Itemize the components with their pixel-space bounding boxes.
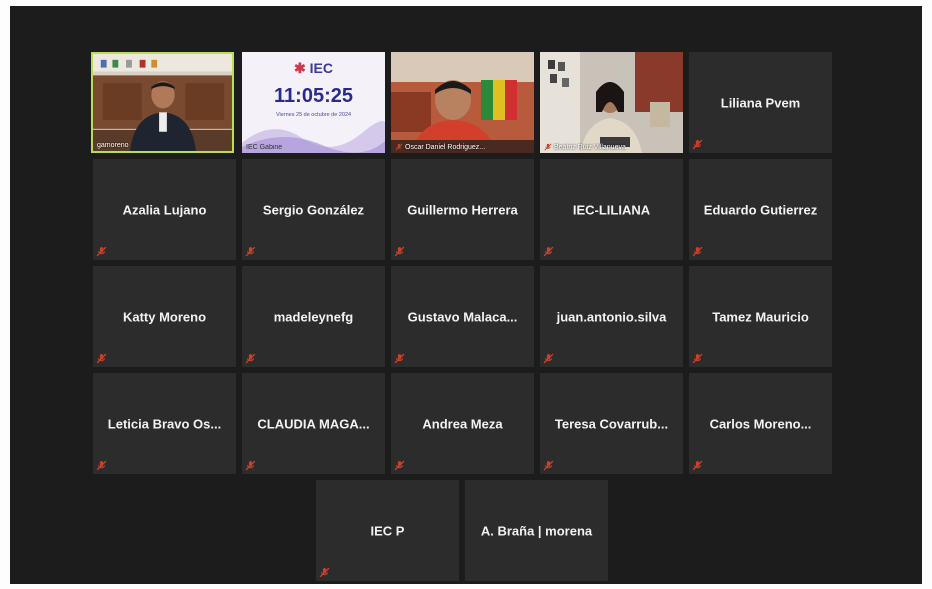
iec-logo-icon: ✱: [294, 60, 306, 76]
participant-name: Teresa Covarrub...: [554, 416, 669, 431]
participant-name: madeleynefg: [273, 309, 354, 324]
participant-tile[interactable]: Andrea Meza: [391, 373, 534, 474]
participant-tile[interactable]: Gustavo Malaca...: [391, 266, 534, 367]
clock-time: 11:05:25: [274, 85, 353, 107]
participant-video-tile[interactable]: Oscar Daniel Rodriguez...: [391, 52, 534, 153]
mic-muted-icon: [543, 353, 554, 364]
participant-tile[interactable]: Tamez Mauricio: [689, 266, 832, 367]
participant-name: juan.antonio.silva: [556, 309, 667, 324]
participant-name: Gustavo Malaca...: [407, 309, 518, 324]
participant-tile[interactable]: madeleynefg: [242, 266, 385, 367]
participant-tile[interactable]: Teresa Covarrub...: [540, 373, 683, 474]
participant-tile[interactable]: Leticia Bravo Os...: [93, 373, 236, 474]
participant-name: IEC P: [370, 523, 405, 538]
participant-tile[interactable]: juan.antonio.silva: [540, 266, 683, 367]
meeting-gallery: gamoreno ✱ IEC 11:05:25 Viernes 25 de oc…: [10, 6, 922, 584]
participant-name: Tamez Mauricio: [712, 309, 809, 324]
mic-muted-icon: [692, 139, 703, 150]
participant-name: Liliana Pvem: [720, 95, 801, 110]
mic-muted-icon: [692, 353, 703, 364]
participant-name: Eduardo Gutierrez: [703, 202, 818, 217]
participant-tile[interactable]: CLAUDIA MAGA...: [242, 373, 385, 474]
participant-video-tile[interactable]: gamoreno: [91, 52, 234, 153]
participant-tile[interactable]: Eduardo Gutierrez: [689, 159, 832, 260]
participant-tile[interactable]: IEC P: [316, 480, 459, 581]
participant-tile[interactable]: Azalia Lujano: [93, 159, 236, 260]
participant-name: Sergio González: [262, 202, 365, 217]
participant-video-tile[interactable]: ✱ IEC 11:05:25 Viernes 25 de octubre de …: [242, 52, 385, 153]
participant-name-label: gamoreno: [97, 142, 129, 149]
participant-name-label: Oscar Daniel Rodriguez...: [395, 143, 485, 151]
mic-muted-icon: [692, 460, 703, 471]
mic-muted-icon: [96, 353, 107, 364]
mic-muted-icon: [245, 460, 256, 471]
participant-name: Katty Moreno: [122, 309, 207, 324]
mic-muted-icon: [394, 460, 405, 471]
participant-name: CLAUDIA MAGA...: [257, 416, 370, 431]
participant-name: Leticia Bravo Os...: [107, 416, 222, 431]
participant-tile[interactable]: Guillermo Herrera: [391, 159, 534, 260]
participant-tile[interactable]: Liliana Pvem: [689, 52, 832, 153]
participant-tile[interactable]: Carlos Moreno...: [689, 373, 832, 474]
participant-tile[interactable]: Sergio González: [242, 159, 385, 260]
participant-name: Carlos Moreno...: [709, 416, 812, 431]
participant-video: [540, 52, 683, 153]
mic-muted-icon: [96, 246, 107, 257]
mic-muted-icon: [245, 246, 256, 257]
participant-video: [391, 52, 534, 153]
participant-video: [93, 54, 232, 151]
participant-name: Azalia Lujano: [122, 202, 207, 217]
participant-tile[interactable]: Katty Moreno: [93, 266, 236, 367]
mic-muted-icon: [394, 246, 405, 257]
mic-muted-icon: [319, 567, 330, 578]
iec-logo: ✱ IEC: [294, 60, 333, 76]
mic-muted-icon: [96, 460, 107, 471]
clock-date: Viernes 25 de octubre de 2024: [275, 112, 352, 118]
participant-name-label: IEC Gabine: [246, 144, 283, 151]
participant-name: Andrea Meza: [422, 416, 503, 431]
mic-muted-icon: [544, 143, 552, 151]
participant-name: Guillermo Herrera: [407, 202, 518, 217]
participant-name: A. Braña | morena: [480, 523, 593, 538]
mic-muted-icon: [245, 353, 256, 364]
mic-muted-icon: [692, 246, 703, 257]
participant-tile[interactable]: A. Braña | morena: [465, 480, 608, 581]
participant-name: IEC-LILIANA: [572, 202, 651, 217]
participant-video-tile[interactable]: Beatriz Ruiz Villanueva: [540, 52, 683, 153]
mic-muted-icon: [543, 246, 554, 257]
participant-tile[interactable]: IEC-LILIANA: [540, 159, 683, 260]
mic-muted-icon: [394, 353, 405, 364]
mic-muted-icon: [543, 460, 554, 471]
mic-muted-icon: [395, 143, 403, 151]
participant-video: ✱ IEC 11:05:25 Viernes 25 de octubre de …: [242, 52, 385, 153]
participant-name-label: Beatriz Ruiz Villanueva: [544, 143, 626, 151]
